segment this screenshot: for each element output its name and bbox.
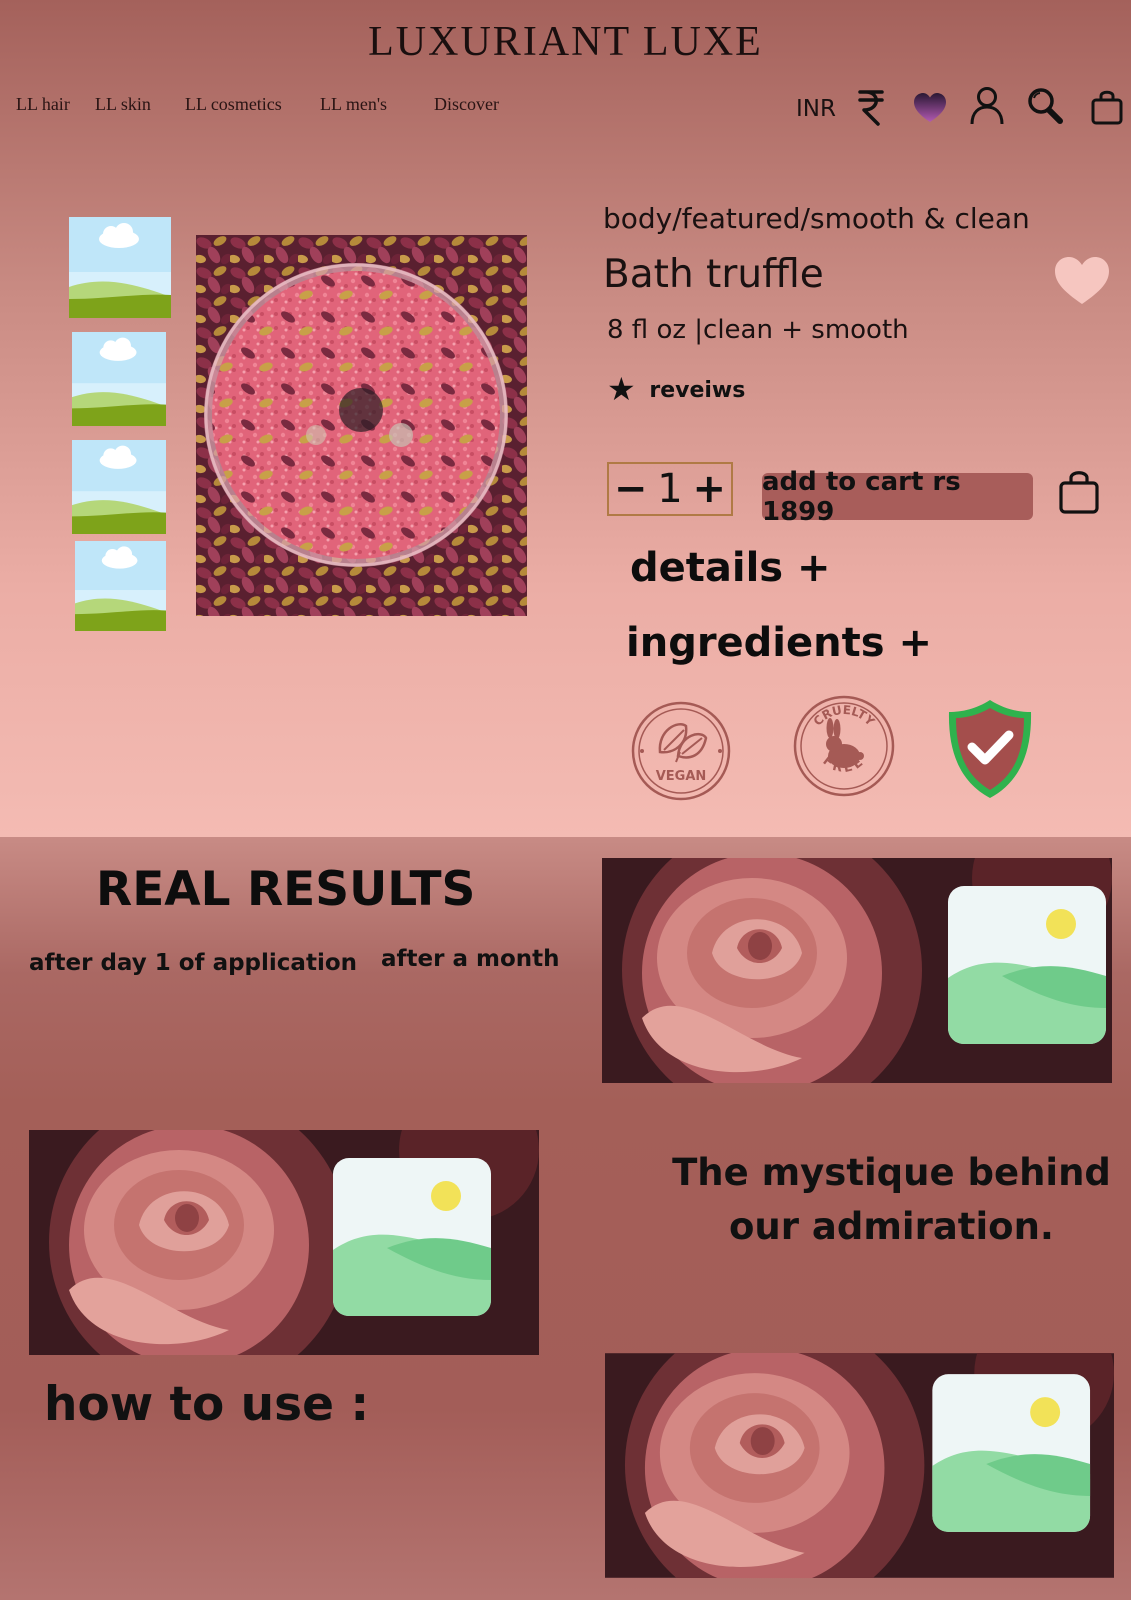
shopping-bag-icon[interactable] [1058,469,1100,515]
result-image-after-month [602,858,1112,1083]
product-thumbnail-3[interactable] [72,440,166,534]
nav-item-discover[interactable]: Discover [434,94,499,115]
nav-item-mens[interactable]: LL men's [320,94,387,115]
quantity-increase-button[interactable]: + [693,466,727,512]
real-results-heading: REAL RESULTS [96,862,476,917]
cruelty-label: CRUELTY [811,703,878,729]
details-accordion[interactable]: details + [630,545,831,591]
verified-shield-icon [948,700,1032,798]
cart-bag-icon[interactable] [1090,88,1124,126]
product-size-subtitle: 8 fl oz |clean + smooth [607,315,909,345]
product-main-image [196,235,527,616]
mystique-image [605,1353,1114,1578]
mystique-heading: The mystique behind our admiration. [672,1151,1111,1248]
search-icon[interactable] [1026,86,1064,126]
nav-item-skin[interactable]: LL skin [95,94,151,115]
star-icon: ★ [607,370,636,408]
product-thumbnail-2[interactable] [72,332,166,426]
nav-item-hair[interactable]: LL hair [16,94,70,115]
quantity-decrease-button[interactable]: − [614,466,648,512]
currency-label[interactable]: INR [796,96,836,122]
account-icon[interactable] [969,86,1005,126]
vegan-badge-icon: VEGAN [631,701,731,801]
vegan-badge-label: VEGAN [656,769,707,784]
wishlist-heart-icon[interactable] [912,92,948,124]
add-to-wishlist-heart-icon[interactable] [1053,255,1111,307]
breadcrumb[interactable]: body/featured/smooth & clean [603,202,1030,235]
brand-logo[interactable]: LUXURIANT LUXE [0,18,1131,66]
result-image-day-1 [29,1130,539,1355]
quantity-value: 1 [657,466,683,512]
quantity-stepper[interactable]: − 1 + [607,462,733,516]
reviews-label: reveiws [649,378,746,403]
product-thumbnail-1[interactable] [69,217,171,318]
product-title: Bath truffle [603,252,824,297]
ingredients-accordion[interactable]: ingredients + [626,620,932,666]
add-to-cart-button[interactable]: add to cart rs 1899 [762,467,1033,527]
nav-item-cosmetics[interactable]: LL cosmetics [185,94,282,115]
caption-month: after a month [381,946,560,972]
svg-text:CRUELTY: CRUELTY [811,703,878,729]
cruelty-free-badge-icon: CRUELTY FREE [793,695,895,797]
caption-day-1: after day 1 of application [29,950,357,976]
reviews-link[interactable]: ★ reveiws [607,370,745,408]
rupee-icon[interactable] [856,86,886,126]
product-thumbnail-4[interactable] [75,541,166,631]
how-to-use-heading: how to use : [44,1377,370,1432]
